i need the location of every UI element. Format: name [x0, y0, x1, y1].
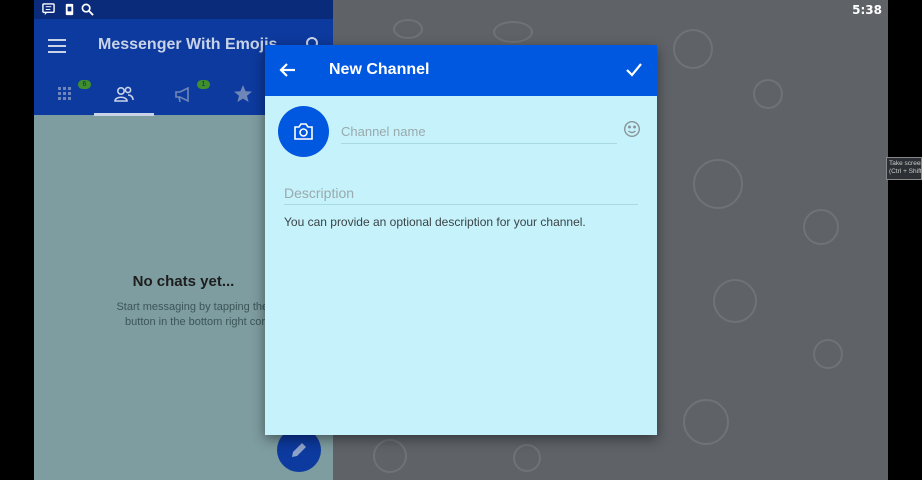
background-doodle: [373, 439, 407, 473]
tab-contacts[interactable]: [113, 83, 135, 105]
dialog-title: New Channel: [329, 61, 430, 78]
background-doodle: [693, 159, 743, 209]
active-tab-indicator: [94, 113, 154, 116]
background-doodle: [513, 444, 541, 472]
tab-favorites[interactable]: [232, 83, 254, 105]
star-icon: [234, 85, 252, 102]
dialog-header: New Channel: [265, 45, 657, 96]
contacts-icon: [114, 86, 134, 102]
description-helper-text: You can provide an optional description …: [284, 215, 586, 229]
background-doodle: [393, 19, 423, 39]
sim-icon: [65, 3, 74, 16]
background-doodle: [683, 399, 729, 445]
background-doodle: [803, 209, 839, 245]
back-arrow-icon[interactable]: [277, 59, 299, 81]
tab-badge: 6: [78, 80, 91, 89]
status-bar-left: [34, 0, 333, 19]
tab-badge: 1: [197, 80, 210, 89]
tab-channels[interactable]: 1: [173, 80, 210, 105]
camera-icon: [294, 123, 313, 140]
background-doodle: [673, 29, 713, 69]
new-channel-dialog: New Channel You can provide an optional …: [265, 45, 657, 435]
tooltip-line: (Ctrl + Shift + S): [889, 168, 922, 175]
background-doodle: [493, 21, 533, 43]
grid-icon: [58, 87, 71, 100]
set-photo-button[interactable]: [278, 106, 329, 157]
screen: 5:38 Messenger With Emojis 6 1 No chats …: [0, 0, 922, 480]
background-doodle: [753, 79, 783, 109]
clock: 5:38: [852, 3, 882, 17]
menu-icon[interactable]: [48, 39, 66, 53]
background-doodle: [713, 279, 757, 323]
megaphone-icon: [175, 86, 189, 103]
tab-all[interactable]: 6: [54, 80, 91, 105]
message-icon: [42, 3, 55, 16]
search-icon: [81, 3, 94, 16]
screenshot-tooltip: Take screenshot (Ctrl + Shift + S): [886, 157, 922, 180]
tooltip-line: Take screenshot: [889, 160, 921, 167]
description-input[interactable]: [284, 181, 638, 205]
channel-name-input[interactable]: [341, 120, 617, 144]
status-bar: 5:38: [34, 0, 888, 19]
checkmark-icon[interactable]: [623, 59, 645, 81]
app-title: Messenger With Emojis: [98, 36, 278, 53]
emoji-icon[interactable]: [623, 120, 641, 138]
background-doodle: [813, 339, 843, 369]
